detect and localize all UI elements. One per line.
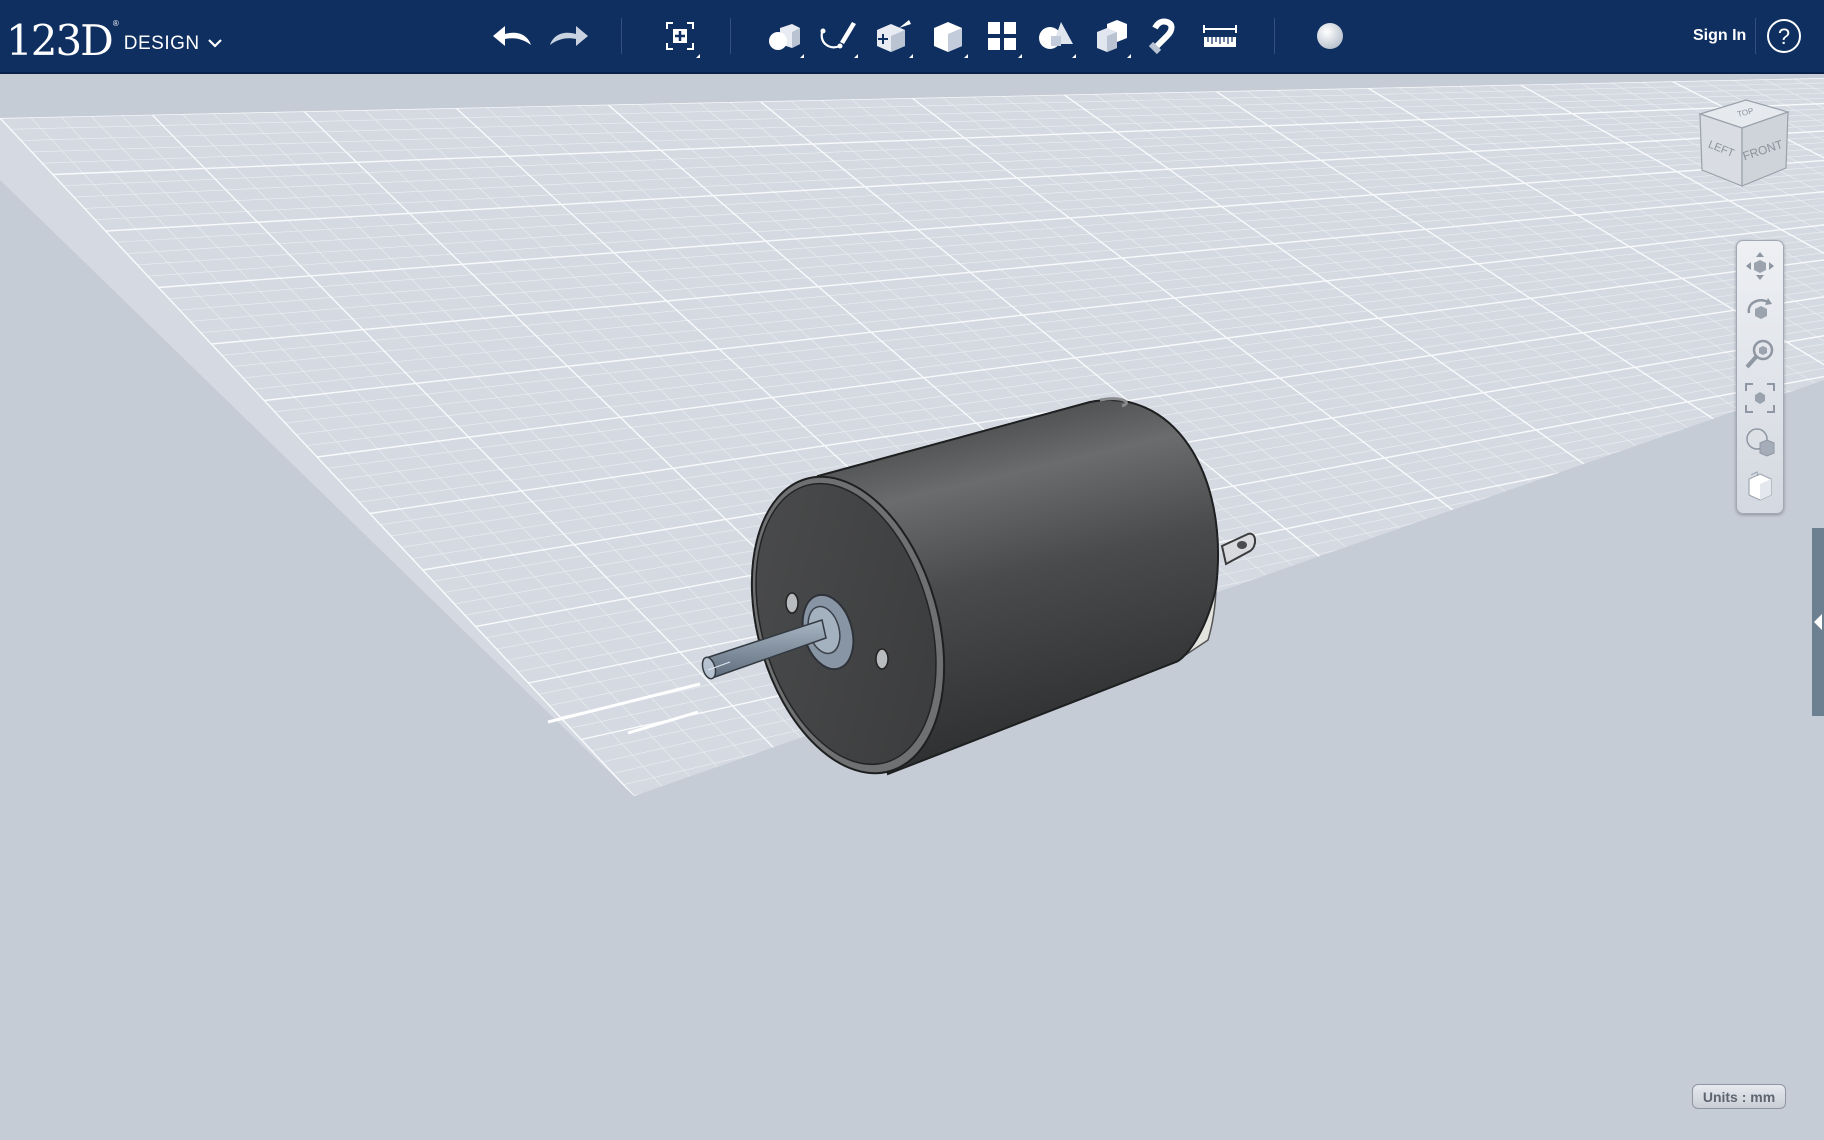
fit-view-button[interactable] (1741, 379, 1779, 417)
help-icon[interactable]: ? (1766, 18, 1802, 54)
dropdown-corner (909, 54, 913, 58)
transform-icon (666, 22, 694, 50)
combine-button[interactable] (1087, 12, 1135, 60)
dropdown-corner (964, 54, 968, 58)
orbit-icon (1747, 298, 1772, 319)
grouping-icon (1039, 22, 1073, 49)
zoom-button[interactable] (1741, 335, 1779, 373)
view-cube[interactable]: TOP LEFT FRONT (1696, 96, 1792, 196)
toolbar-separator (730, 18, 731, 54)
dropdown-corner (854, 54, 858, 58)
orbit-button[interactable] (1741, 291, 1779, 329)
units-indicator[interactable]: Units : mm (1692, 1084, 1786, 1109)
sketch-icon (820, 22, 856, 49)
dropdown-corner (1072, 54, 1076, 58)
zoom-icon (1745, 339, 1774, 369)
modify-button[interactable] (924, 12, 972, 60)
toolbar-separator (1274, 18, 1275, 54)
pattern-button[interactable] (978, 12, 1026, 60)
combine-icon (1097, 20, 1127, 52)
3d-viewport[interactable] (0, 74, 1824, 1140)
mounting-hole (875, 648, 889, 670)
redo-arrow-icon (550, 26, 588, 46)
grouping-button[interactable] (1032, 12, 1080, 60)
toolbar-separator (621, 18, 622, 54)
dropdown-corner (800, 54, 804, 58)
chevron-left-icon (1814, 614, 1822, 630)
measure-ruler-icon (1203, 25, 1237, 47)
construct-button[interactable] (869, 12, 917, 60)
snap-magnet-icon (1148, 18, 1175, 54)
primitives-icon (769, 24, 800, 50)
mounting-hole (785, 592, 799, 614)
material-button[interactable] (1306, 12, 1354, 60)
materials-button[interactable] (1741, 467, 1779, 505)
visual-style-button[interactable] (1741, 423, 1779, 461)
undo-button[interactable] (489, 12, 537, 60)
dropdown-corner (696, 54, 700, 58)
pan-icon (1746, 252, 1774, 280)
logo-word: DESIGN (123, 33, 200, 54)
pattern-icon (988, 22, 1016, 50)
modify-icon (934, 22, 962, 52)
logo-trademark: ® (112, 19, 119, 28)
construct-icon (877, 20, 911, 52)
dropdown-corner (1018, 54, 1022, 58)
materials-icon (1748, 471, 1772, 501)
app-logo-menu[interactable]: 123D ® DESIGN (6, 8, 224, 64)
material-sphere-icon (1317, 23, 1343, 49)
logo-number: 123D (6, 16, 114, 65)
chevron-down-icon (207, 39, 222, 48)
visual-style-icon (1746, 428, 1775, 457)
sign-in-link[interactable]: Sign In (1693, 27, 1746, 45)
fit-icon (1745, 383, 1775, 413)
primitives-button[interactable] (760, 12, 808, 60)
sketch-button[interactable] (814, 12, 862, 60)
transform-button[interactable] (656, 12, 704, 60)
terminal-hole (1237, 541, 1247, 549)
top-toolbar: 123D ® DESIGN Sign In ? (0, 0, 1824, 74)
dropdown-corner (1127, 54, 1131, 58)
pan-button[interactable] (1741, 247, 1779, 285)
measure-button[interactable] (1196, 12, 1244, 60)
toolbar-separator (1755, 18, 1756, 54)
snap-button[interactable] (1141, 12, 1189, 60)
help-label: ? (1778, 24, 1790, 49)
right-panel-tab[interactable] (1812, 528, 1824, 716)
redo-button[interactable] (544, 12, 592, 60)
undo-arrow-icon (493, 26, 531, 46)
navigation-bar (1736, 240, 1784, 514)
